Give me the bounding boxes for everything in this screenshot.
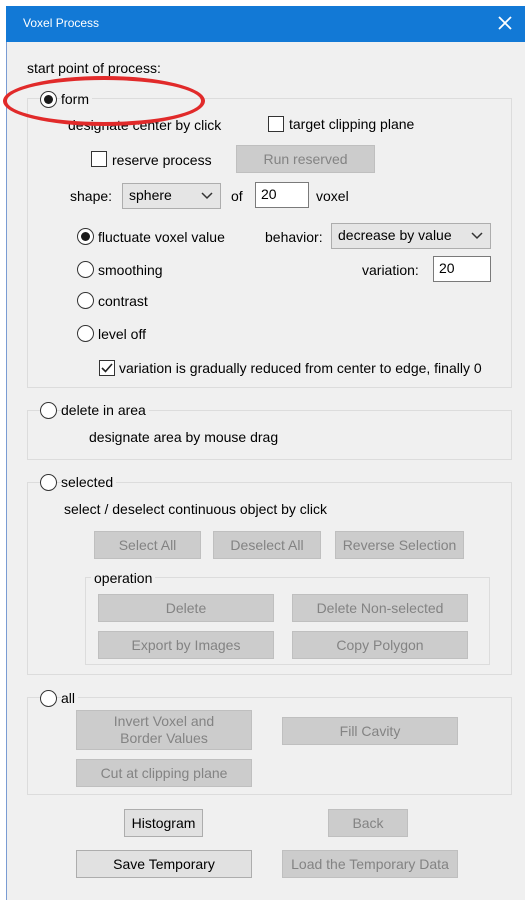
cut-clipping-button[interactable]: Cut at clipping plane — [76, 759, 252, 787]
annotation-ellipse — [3, 76, 205, 126]
delete-area-radio[interactable] — [40, 402, 57, 419]
reserve-process-label[interactable]: reserve process — [112, 151, 212, 169]
title-bar[interactable]: Voxel Process — [6, 6, 525, 42]
invert-voxel-line1: Invert Voxel and — [113, 713, 215, 729]
level-off-label[interactable]: level off — [98, 325, 146, 343]
shape-size-value: 20 — [261, 186, 277, 202]
variation-input[interactable]: 20 — [433, 256, 491, 282]
fluctuate-radio[interactable] — [77, 228, 94, 245]
smoothing-label[interactable]: smoothing — [98, 261, 163, 279]
chevron-down-icon — [201, 192, 213, 200]
run-reserved-button[interactable]: Run reserved — [236, 145, 375, 173]
smoothing-radio[interactable] — [77, 261, 94, 278]
invert-voxel-button[interactable]: Invert Voxel and Border Values — [76, 710, 252, 750]
contrast-radio[interactable] — [77, 292, 94, 309]
of-label: of — [231, 188, 243, 204]
deselect-all-button[interactable]: Deselect All — [213, 531, 321, 559]
back-button[interactable]: Back — [328, 809, 408, 837]
target-clipping-label[interactable]: target clipping plane — [289, 115, 414, 133]
invert-voxel-line2: Border Values — [120, 730, 208, 746]
all-radio[interactable] — [40, 690, 57, 707]
variation-value: 20 — [439, 260, 455, 276]
save-temporary-button[interactable]: Save Temporary — [76, 850, 252, 878]
export-images-button[interactable]: Export by Images — [98, 631, 274, 659]
checkmark-icon — [101, 363, 113, 373]
window-title: Voxel Process — [23, 16, 100, 30]
voxel-label: voxel — [316, 188, 349, 204]
chevron-down-icon — [471, 232, 483, 240]
behavior-label: behavior: — [265, 229, 323, 245]
histogram-button[interactable]: Histogram — [124, 809, 203, 837]
selected-radio[interactable] — [40, 474, 57, 491]
close-button[interactable] — [491, 9, 519, 37]
reserve-process-checkbox[interactable] — [91, 151, 107, 167]
load-temporary-button[interactable]: Load the Temporary Data — [282, 850, 458, 878]
reverse-selection-button[interactable]: Reverse Selection — [335, 531, 464, 559]
close-icon — [498, 16, 512, 30]
fill-cavity-button[interactable]: Fill Cavity — [282, 717, 458, 745]
copy-polygon-button[interactable]: Copy Polygon — [292, 631, 468, 659]
behavior-value: decrease by value — [338, 227, 452, 243]
shape-dropdown[interactable]: sphere — [122, 183, 221, 209]
level-off-radio[interactable] — [77, 325, 94, 342]
selected-label[interactable]: selected — [61, 473, 117, 491]
gradual-reduce-label[interactable]: variation is gradually reduced from cent… — [119, 359, 482, 377]
target-clipping-checkbox[interactable] — [268, 116, 284, 132]
shape-value: sphere — [129, 187, 172, 203]
all-label[interactable]: all — [61, 689, 79, 707]
behavior-dropdown[interactable]: decrease by value — [331, 223, 491, 249]
gradual-reduce-checkbox[interactable] — [99, 360, 115, 376]
start-point-label: start point of process: — [27, 60, 161, 76]
delete-area-hint: designate area by mouse drag — [89, 429, 279, 445]
select-all-button[interactable]: Select All — [94, 531, 201, 559]
delete-area-label[interactable]: delete in area — [61, 401, 149, 419]
variation-label: variation: — [362, 262, 419, 278]
shape-size-input[interactable]: 20 — [255, 182, 309, 208]
shape-label: shape: — [70, 188, 113, 204]
contrast-label[interactable]: contrast — [98, 292, 148, 310]
delete-button[interactable]: Delete — [98, 594, 274, 622]
operation-label: operation — [91, 569, 156, 587]
delete-non-selected-button[interactable]: Delete Non-selected — [292, 594, 468, 622]
selected-hint: select / deselect continuous object by c… — [64, 501, 328, 517]
fluctuate-label[interactable]: fluctuate voxel value — [98, 228, 225, 246]
